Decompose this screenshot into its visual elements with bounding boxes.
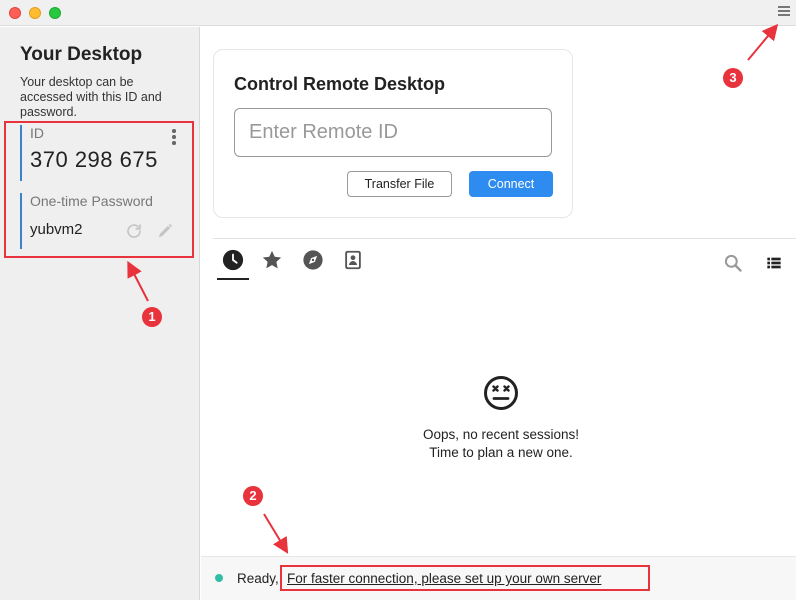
tab-recent-sessions[interactable]: [220, 249, 246, 277]
highlight-box-id-password: [4, 121, 194, 258]
title-bar: [0, 0, 796, 26]
clock-icon: [222, 249, 244, 271]
annotation-badge-2: 2: [243, 486, 263, 506]
star-icon: [262, 250, 282, 269]
zoom-window-button[interactable]: [49, 7, 61, 19]
annotation-badge-3: 3: [723, 68, 743, 88]
sidebar-description: Your desktop can be accessed with this I…: [20, 75, 162, 119]
remote-id-input[interactable]: [234, 108, 552, 157]
status-ready-text: Ready,: [237, 571, 279, 586]
highlight-box-server-link: [280, 565, 650, 591]
sidebar-title: Your Desktop: [20, 44, 143, 65]
minimize-window-button[interactable]: [29, 7, 41, 19]
section-divider: [213, 238, 796, 239]
main-pane: Control Remote Desktop Transfer File Con…: [201, 27, 796, 600]
search-icon[interactable]: [723, 253, 743, 273]
compass-icon: [303, 250, 323, 270]
empty-state-subtitle: Time to plan a new one.: [429, 445, 573, 460]
sad-face-icon: [484, 376, 518, 410]
card-title: Control Remote Desktop: [234, 74, 446, 94]
tab-discovered[interactable]: [300, 249, 326, 277]
annotation-badge-1: 1: [142, 307, 162, 327]
active-tab-indicator: [217, 278, 249, 280]
close-window-button[interactable]: [9, 7, 21, 19]
transfer-file-button[interactable]: Transfer File: [347, 171, 452, 197]
contact-book-icon: [345, 250, 361, 270]
hamburger-menu-icon[interactable]: [778, 6, 790, 18]
sidebar: Your Desktop Your desktop can be accesse…: [0, 27, 200, 600]
list-view-icon[interactable]: [766, 255, 782, 271]
status-dot-icon: [215, 574, 223, 582]
tab-address-book[interactable]: [340, 249, 366, 277]
control-remote-card: Control Remote Desktop Transfer File Con…: [213, 49, 573, 218]
tab-favorites[interactable]: [259, 249, 285, 277]
empty-state-title: Oops, no recent sessions!: [422, 427, 580, 442]
connect-button[interactable]: Connect: [469, 171, 553, 197]
